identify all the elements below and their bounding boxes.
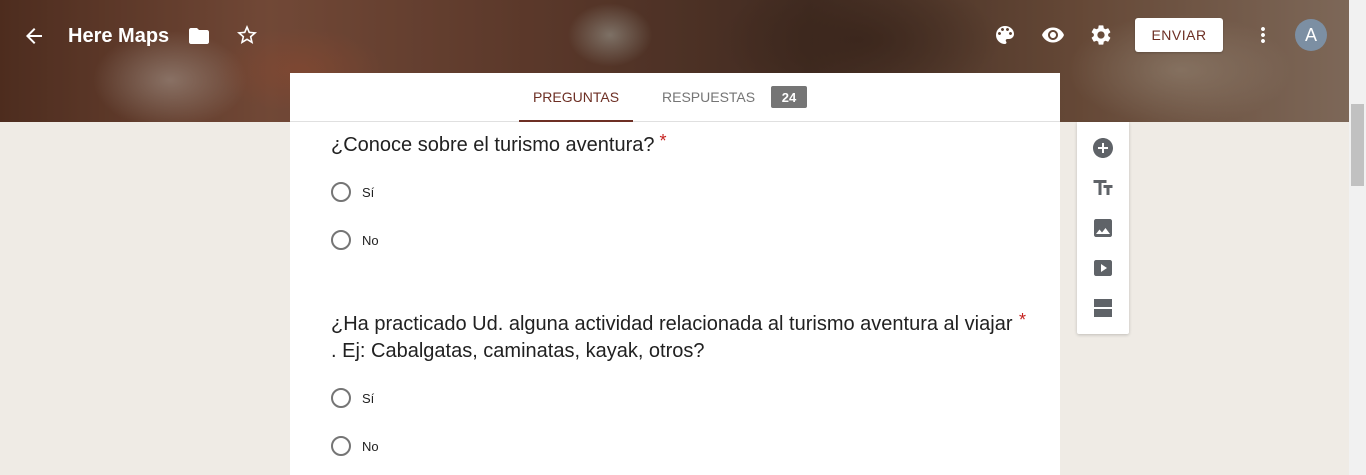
avatar[interactable]: A: [1295, 19, 1327, 51]
question-1: ¿Conoce sobre el turismo aventura? * Sí …: [331, 131, 1031, 250]
palette-icon[interactable]: [993, 23, 1017, 47]
question-2-title: ¿Ha practicado Ud. alguna actividad rela…: [331, 310, 1031, 365]
radio-button[interactable]: [331, 388, 351, 408]
tab-questions[interactable]: PREGUNTAS: [519, 73, 633, 122]
form-title[interactable]: Here Maps: [68, 24, 169, 48]
question-1-title: ¿Conoce sobre el turismo aventura? *: [331, 131, 1031, 159]
question-2-option-si[interactable]: Sí: [331, 386, 374, 410]
add-question-icon[interactable]: [1091, 136, 1115, 160]
radio-button[interactable]: [331, 436, 351, 456]
star-outline-icon[interactable]: [235, 23, 259, 47]
option-label: Sí: [362, 390, 375, 406]
scrollbar-thumb[interactable]: [1351, 104, 1364, 186]
preview-eye-icon[interactable]: [1041, 23, 1065, 47]
question-2-text-line2: . Ej: Cabalgatas, caminatas, kayak, otro…: [331, 340, 705, 362]
section-icon[interactable]: [1091, 296, 1115, 320]
gear-icon[interactable]: [1089, 23, 1113, 47]
option-label: No: [362, 232, 379, 248]
required-mark: *: [659, 131, 667, 151]
top-bar: Here Maps ENVIAR A: [0, 0, 1349, 72]
required-mark: *: [1019, 310, 1027, 330]
radio-button[interactable]: [331, 230, 351, 250]
send-button[interactable]: ENVIAR: [1135, 18, 1223, 52]
question-1-text: ¿Conoce sobre el turismo aventura?: [331, 134, 655, 156]
form-card: ¿Conoce sobre el turismo aventura? * Sí …: [290, 122, 1060, 475]
tabs-bar: PREGUNTAS RESPUESTAS 24: [290, 73, 1060, 122]
scrollbar[interactable]: [1349, 0, 1366, 475]
video-icon[interactable]: [1091, 256, 1115, 280]
option-label: Sí: [362, 184, 375, 200]
question-2-option-no[interactable]: No: [331, 434, 379, 458]
more-vert-icon[interactable]: [1251, 23, 1275, 47]
title-text-icon[interactable]: [1091, 176, 1115, 200]
back-arrow-icon[interactable]: [22, 24, 46, 48]
question-1-option-si[interactable]: Sí: [331, 180, 374, 204]
question-1-option-no[interactable]: No: [331, 228, 379, 252]
question-2: ¿Ha practicado Ud. alguna actividad rela…: [331, 310, 1031, 456]
option-label: No: [362, 438, 379, 454]
responses-count-badge: 24: [771, 86, 807, 108]
image-icon[interactable]: [1091, 216, 1115, 240]
radio-button[interactable]: [331, 182, 351, 202]
question-2-text-line1: ¿Ha practicado Ud. alguna actividad rela…: [331, 313, 1013, 335]
folder-icon[interactable]: [187, 24, 211, 48]
tab-responses-label: RESPUESTAS: [662, 89, 756, 105]
side-toolbar: [1077, 122, 1129, 334]
